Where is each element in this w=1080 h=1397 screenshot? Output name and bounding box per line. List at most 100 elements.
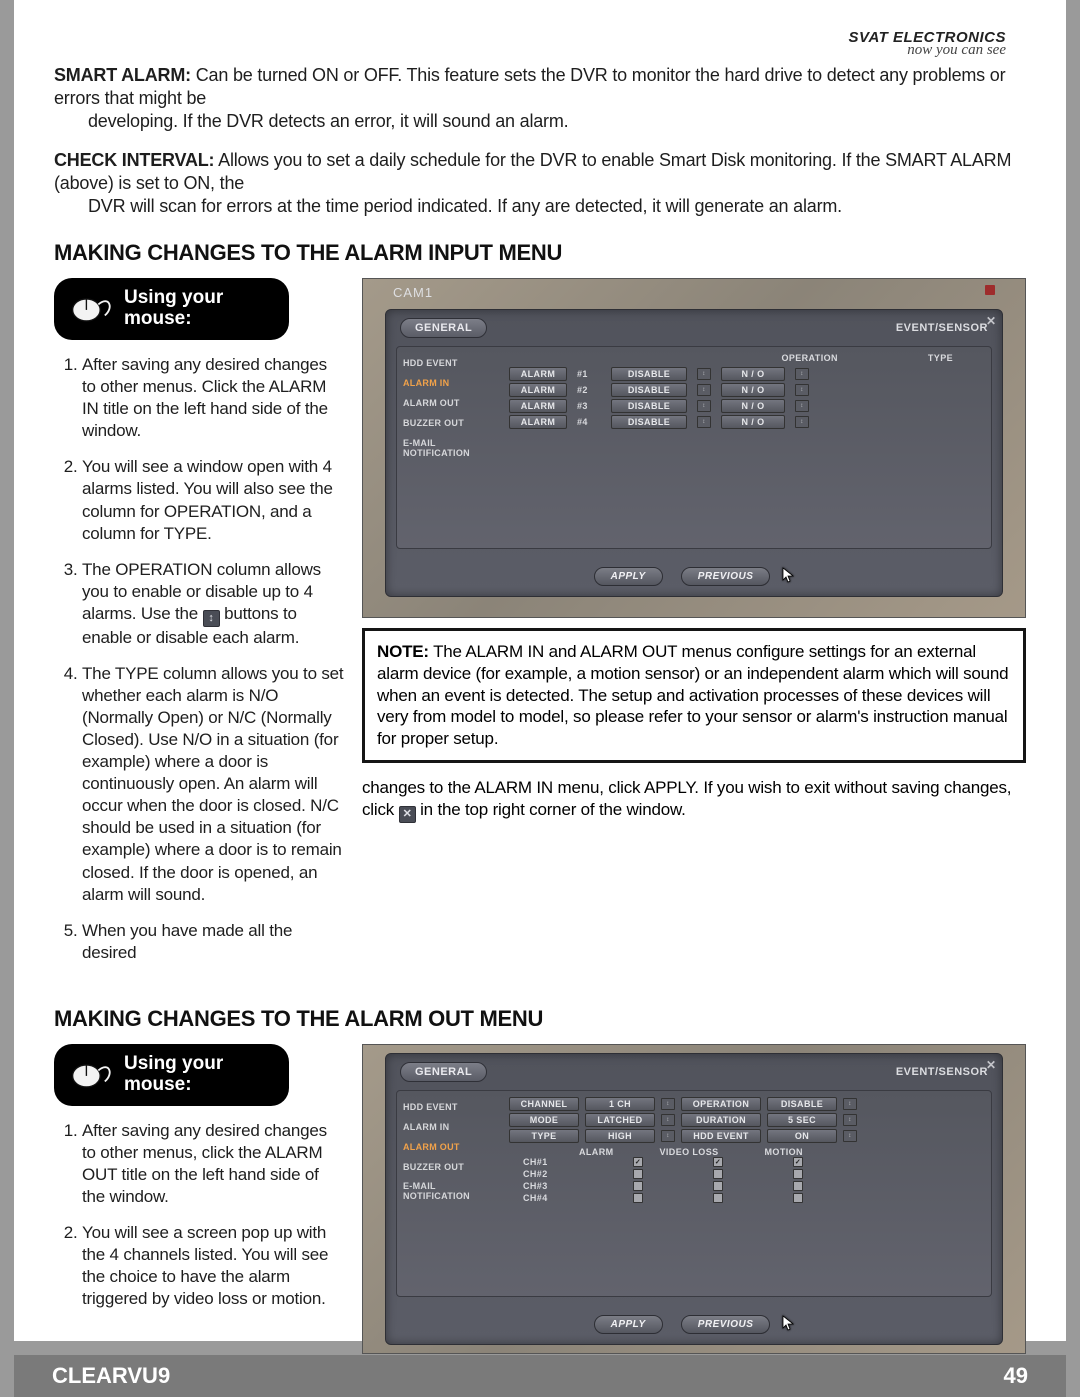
alarm-index: #1 bbox=[577, 369, 601, 379]
spinner-icon[interactable]: ↕ bbox=[795, 368, 809, 380]
def-label: CHECK INTERVAL: bbox=[54, 150, 214, 170]
sidebar-item-alarm-in[interactable]: ALARM IN bbox=[403, 377, 495, 391]
dvr-alarm-out-screenshot: GENERAL EVENT/SENSOR ✕ HDD EVENT ALARM I… bbox=[362, 1044, 1026, 1354]
step5-continuation: changes to the ALARM IN menu, click APPL… bbox=[362, 777, 1026, 823]
spinner-icon[interactable]: ↕ bbox=[795, 400, 809, 412]
table-row: CH#1✓✓✓ bbox=[509, 1157, 983, 1167]
spinner-icon[interactable]: ↕ bbox=[697, 384, 711, 396]
setting-label: OPERATION bbox=[681, 1097, 761, 1111]
table-row: ALARM#2DISABLE↕N / O↕ bbox=[509, 383, 983, 397]
sidebar-item-hdd-event[interactable]: HDD EVENT bbox=[403, 1101, 495, 1115]
checkbox[interactable]: ✓ bbox=[633, 1157, 643, 1167]
close-icon-inline: ✕ bbox=[399, 806, 416, 823]
col-header-alarm: ALARM bbox=[579, 1147, 614, 1157]
mouse-card: Using yourmouse: bbox=[54, 278, 289, 340]
spinner-icon[interactable]: ↕ bbox=[843, 1130, 857, 1142]
setting-value[interactable]: ON bbox=[767, 1129, 837, 1143]
sidebar-item-alarm-out[interactable]: ALARM OUT bbox=[403, 1141, 495, 1155]
sidebar-item-alarm-in[interactable]: ALARM IN bbox=[403, 1121, 495, 1135]
alarm-label: ALARM bbox=[509, 415, 567, 429]
spinner-icon[interactable]: ↕ bbox=[661, 1130, 675, 1142]
mouse-icon bbox=[68, 1055, 114, 1095]
alarm-label: ALARM bbox=[509, 367, 567, 381]
checkbox[interactable] bbox=[633, 1181, 643, 1191]
checkbox[interactable] bbox=[633, 1193, 643, 1203]
setting-value[interactable]: LATCHED bbox=[585, 1113, 655, 1127]
spinner-icon[interactable]: ↕ bbox=[795, 416, 809, 428]
col-header-video-loss: VIDEO LOSS bbox=[660, 1147, 719, 1157]
checkbox[interactable]: ✓ bbox=[713, 1157, 723, 1167]
operation-value[interactable]: DISABLE bbox=[611, 415, 687, 429]
section1-left: Using yourmouse: After saving any desire… bbox=[54, 278, 344, 978]
step: You will see a screen pop up with the 4 … bbox=[82, 1222, 344, 1310]
footer-page-number: 49 bbox=[1004, 1363, 1028, 1389]
type-value[interactable]: N / O bbox=[721, 367, 785, 381]
spinner-icon[interactable]: ↕ bbox=[697, 368, 711, 380]
type-value[interactable]: N / O bbox=[721, 415, 785, 429]
checkbox[interactable] bbox=[793, 1181, 803, 1191]
table-row: ALARM#4DISABLE↕N / O↕ bbox=[509, 415, 983, 429]
step: After saving any desired changes to othe… bbox=[82, 1120, 344, 1208]
dvr-tabbar: GENERAL EVENT/SENSOR bbox=[386, 310, 1002, 338]
previous-button[interactable]: PREVIOUS bbox=[681, 567, 771, 586]
step: The OPERATION column allows you to enabl… bbox=[82, 559, 344, 649]
setting-value[interactable]: 5 SEC bbox=[767, 1113, 837, 1127]
spinner-icon[interactable]: ↕ bbox=[697, 416, 711, 428]
sidebar-item-buzzer-out[interactable]: BUZZER OUT bbox=[403, 417, 495, 431]
type-value[interactable]: N / O bbox=[721, 399, 785, 413]
checkbox[interactable] bbox=[713, 1181, 723, 1191]
tab-event-sensor[interactable]: EVENT/SENSOR bbox=[896, 322, 988, 334]
dvr-cam-label: CAM1 bbox=[393, 285, 433, 300]
checkbox[interactable] bbox=[633, 1169, 643, 1179]
sidebar-item-email[interactable]: E-MAIL NOTIFICATION bbox=[403, 1180, 495, 1204]
apply-button[interactable]: APPLY bbox=[594, 567, 663, 586]
page-footer: CLEARVU9 49 bbox=[14, 1355, 1066, 1397]
dvr-body: HDD EVENT ALARM IN ALARM OUT BUZZER OUT … bbox=[396, 346, 992, 549]
sidebar-item-buzzer-out[interactable]: BUZZER OUT bbox=[403, 1161, 495, 1175]
alarm-index: #2 bbox=[577, 385, 601, 395]
checkbox[interactable] bbox=[793, 1169, 803, 1179]
brand-block: SVAT ELECTRONICS now you can see bbox=[849, 30, 1006, 58]
sidebar-item-alarm-out[interactable]: ALARM OUT bbox=[403, 397, 495, 411]
note-label: NOTE: bbox=[377, 642, 429, 661]
spinner-icon[interactable]: ↕ bbox=[661, 1114, 675, 1126]
def-text: Can be turned ON or OFF. This feature se… bbox=[54, 65, 1005, 108]
tab-general[interactable]: GENERAL bbox=[400, 318, 487, 338]
type-value[interactable]: N / O bbox=[721, 383, 785, 397]
checkbox[interactable]: ✓ bbox=[793, 1157, 803, 1167]
cursor-icon bbox=[782, 567, 794, 583]
apply-button[interactable]: APPLY bbox=[594, 1315, 663, 1334]
spinner-icon[interactable]: ↕ bbox=[795, 384, 809, 396]
close-icon[interactable]: ✕ bbox=[986, 1058, 996, 1072]
note-box: NOTE: The ALARM IN and ALARM OUT menus c… bbox=[362, 628, 1026, 763]
close-icon[interactable]: ✕ bbox=[986, 314, 996, 328]
spinner-icon[interactable]: ↕ bbox=[843, 1098, 857, 1110]
spinner-icon[interactable]: ↕ bbox=[661, 1098, 675, 1110]
checkbox[interactable] bbox=[713, 1193, 723, 1203]
setting-value[interactable]: 1 CH bbox=[585, 1097, 655, 1111]
setting-label: CHANNEL bbox=[509, 1097, 579, 1111]
sidebar-item-hdd-event[interactable]: HDD EVENT bbox=[403, 357, 495, 371]
spinner-icon[interactable]: ↕ bbox=[843, 1114, 857, 1126]
tab-event-sensor[interactable]: EVENT/SENSOR bbox=[896, 1066, 988, 1078]
operation-value[interactable]: DISABLE bbox=[611, 399, 687, 413]
setting-value[interactable]: DISABLE bbox=[767, 1097, 837, 1111]
operation-value[interactable]: DISABLE bbox=[611, 383, 687, 397]
alarm-index: #3 bbox=[577, 401, 601, 411]
dvr-alarm-in-screenshot: CAM1 GENERAL EVENT/SENSOR ✕ HDD EVENT AL… bbox=[362, 278, 1026, 618]
table-row: TYPEHIGH↕HDD EVENTON↕ bbox=[509, 1129, 983, 1143]
operation-value[interactable]: DISABLE bbox=[611, 367, 687, 381]
channel-label: CH#4 bbox=[523, 1193, 563, 1203]
def-check-interval: CHECK INTERVAL: Allows you to set a dail… bbox=[54, 149, 1026, 218]
tab-general[interactable]: GENERAL bbox=[400, 1062, 487, 1082]
table-row: ALARM #1 DISABLE ↕ N / O ↕ bbox=[509, 367, 983, 381]
def-smart-alarm: SMART ALARM: Can be turned ON or OFF. Th… bbox=[54, 64, 1026, 133]
sidebar-item-email[interactable]: E-MAIL NOTIFICATION bbox=[403, 437, 495, 461]
section1-heading: MAKING CHANGES TO THE ALARM INPUT MENU bbox=[54, 240, 1026, 266]
cursor-icon bbox=[782, 1315, 794, 1331]
spinner-icon[interactable]: ↕ bbox=[697, 400, 711, 412]
checkbox[interactable] bbox=[713, 1169, 723, 1179]
setting-value[interactable]: HIGH bbox=[585, 1129, 655, 1143]
checkbox[interactable] bbox=[793, 1193, 803, 1203]
previous-button[interactable]: PREVIOUS bbox=[681, 1315, 771, 1334]
